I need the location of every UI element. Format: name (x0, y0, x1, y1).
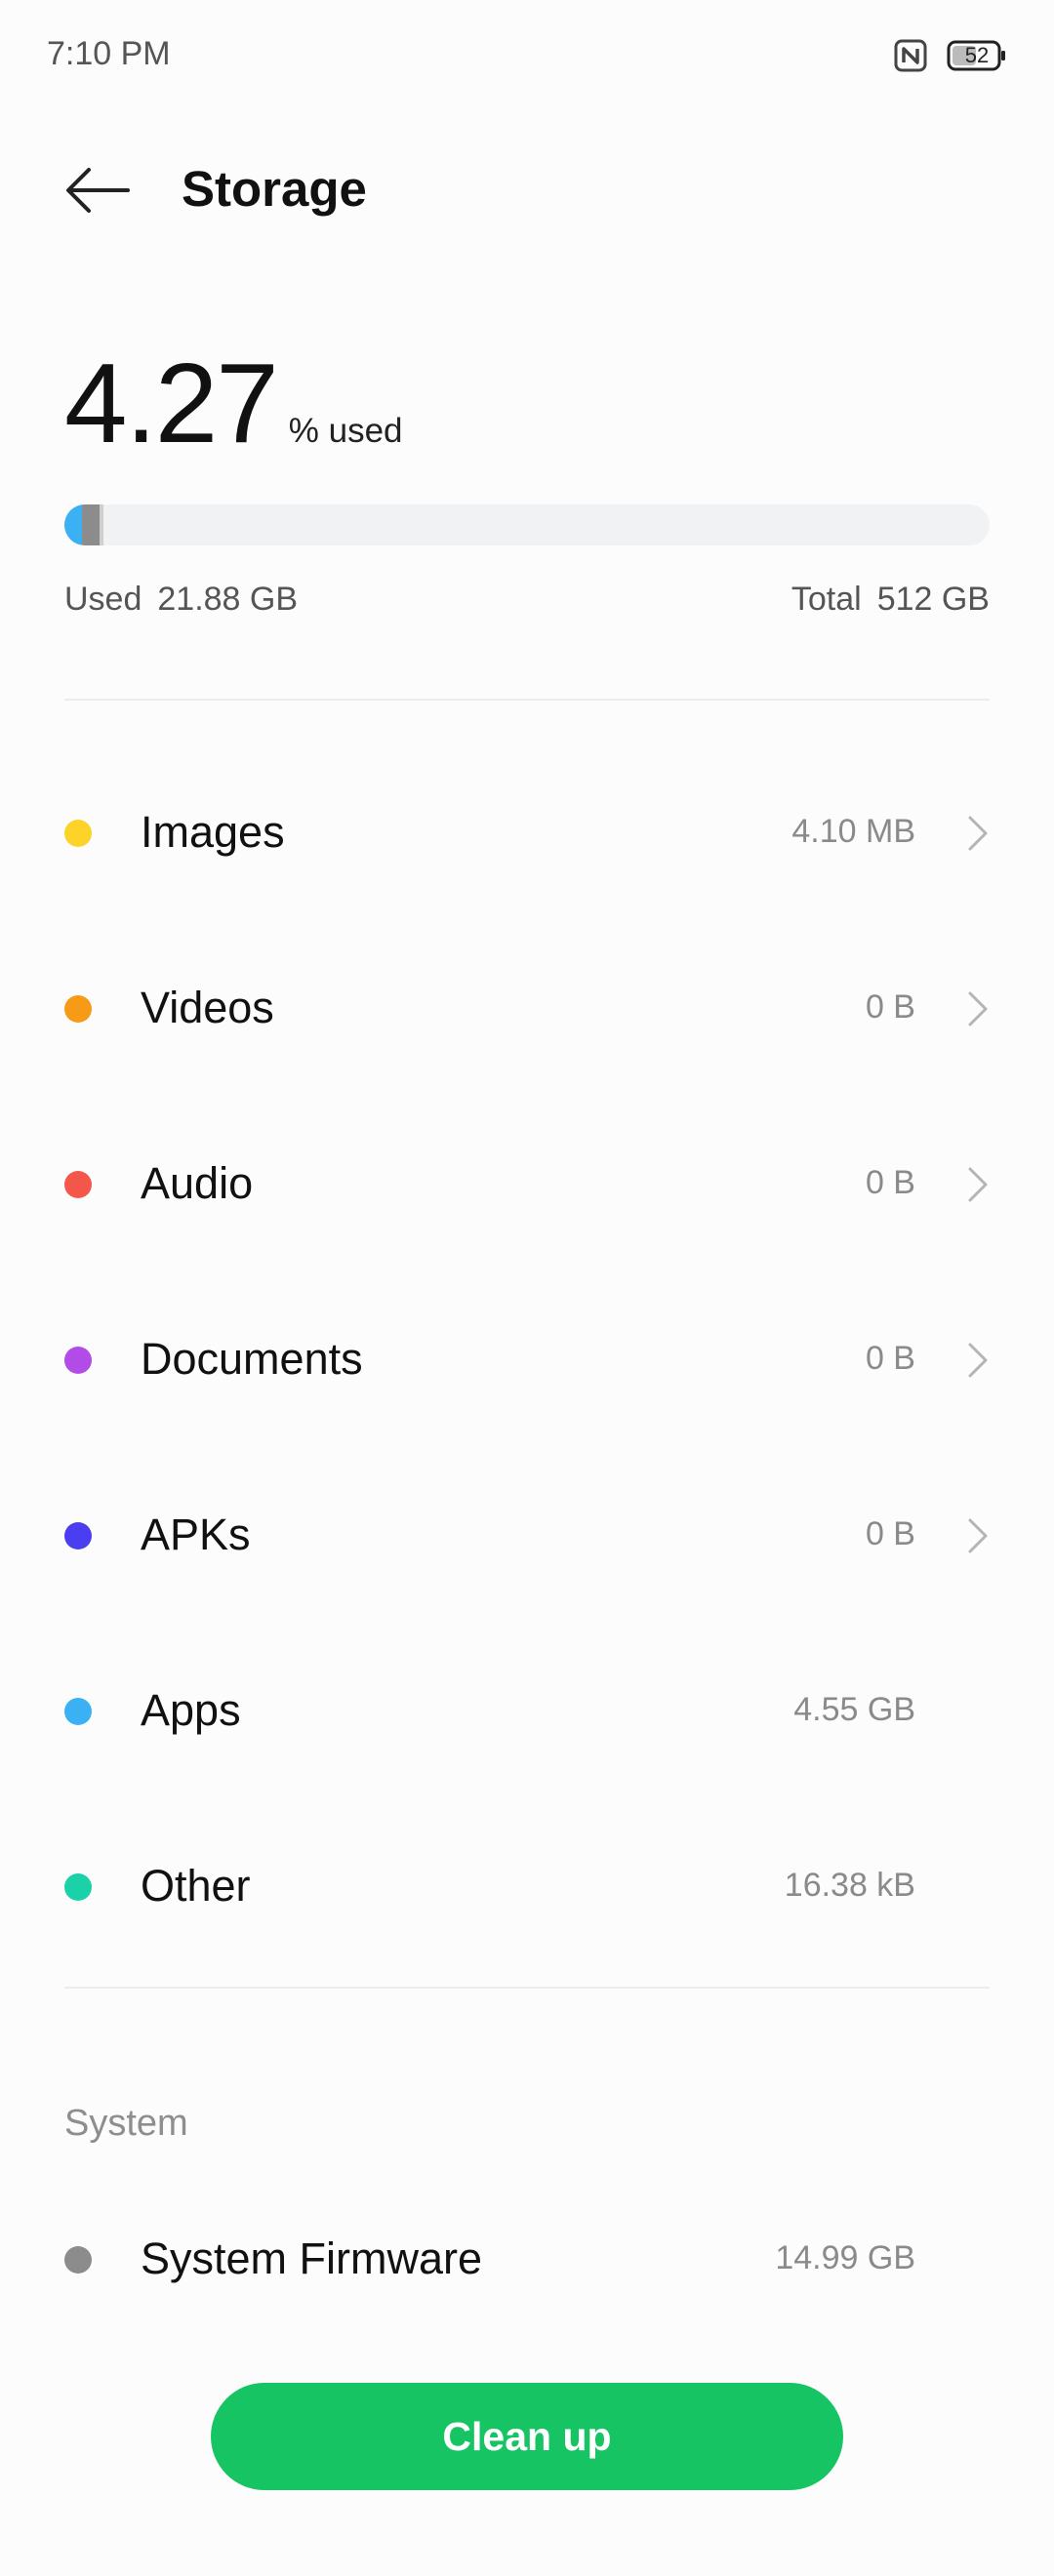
category-color-dot (64, 1522, 92, 1550)
category-size: 0 B (865, 988, 915, 1026)
category-label: Audio (141, 1158, 254, 1208)
category-label: System Firmware (141, 2234, 483, 2283)
chevron-right-icon (968, 1343, 988, 1378)
category-label: Videos (141, 983, 274, 1032)
category-color-dot (64, 820, 92, 847)
divider (64, 699, 990, 701)
progress-segment-system (82, 504, 100, 545)
list-item-apks[interactable]: APKs 0 B (0, 1447, 1054, 1623)
category-size: 4.10 MB (791, 813, 915, 850)
usage-labels: Used 21.88 GB Total 512 GB (64, 581, 990, 619)
category-label: Apps (141, 1685, 241, 1735)
progress-segment-apps (64, 504, 82, 545)
used-label: Used (64, 581, 142, 618)
storage-progress-fill (64, 504, 103, 545)
used-info: Used 21.88 GB (64, 581, 298, 619)
divider (64, 1987, 990, 1989)
category-color-dot (64, 2246, 92, 2274)
status-time: 7:10 PM (47, 35, 171, 72)
app-bar: Storage (0, 146, 1054, 234)
category-label: Images (141, 807, 285, 857)
chevron-right-icon (968, 1167, 988, 1202)
arrow-left-icon (66, 168, 130, 213)
category-label: Documents (141, 1334, 363, 1384)
clean-up-button[interactable]: Clean up (211, 2383, 843, 2490)
category-size: 0 B (865, 1340, 915, 1377)
category-color-dot (64, 1171, 92, 1198)
section-header-system: System (64, 2103, 188, 2144)
back-button[interactable] (59, 156, 137, 224)
list-item-videos[interactable]: Videos 0 B (0, 920, 1054, 1096)
category-color-dot (64, 1698, 92, 1725)
chevron-right-icon (968, 816, 988, 851)
category-size: 0 B (865, 1515, 915, 1552)
status-bar: 7:10 PM 52 (0, 0, 1054, 115)
storage-progress-bar (64, 504, 990, 545)
page-title: Storage (182, 161, 367, 217)
used-value: 21.88 GB (157, 581, 299, 618)
category-color-dot (64, 1873, 92, 1901)
category-size: 16.38 kB (784, 1867, 915, 1904)
list-item-other[interactable]: Other 16.38 kB (0, 1798, 1054, 1974)
total-info: Total 512 GB (791, 581, 990, 619)
list-item-system-firmware[interactable]: System Firmware 14.99 GB (0, 2171, 1054, 2347)
category-size: 0 B (865, 1164, 915, 1201)
category-color-dot (64, 1347, 92, 1374)
usage-percent-suffix: % used (288, 412, 403, 450)
category-size: 14.99 GB (775, 2239, 915, 2276)
usage-summary: 4.27% used (64, 346, 403, 460)
battery-icon: 52 (947, 39, 1007, 72)
category-label: Other (141, 1861, 251, 1911)
nfc-icon (894, 39, 927, 72)
total-value: 512 GB (876, 581, 990, 618)
usage-percent: 4.27 (64, 340, 279, 466)
total-label: Total (790, 581, 862, 618)
list-item-apps[interactable]: Apps 4.55 GB (0, 1623, 1054, 1798)
category-label: APKs (141, 1509, 251, 1559)
battery-level: 52 (964, 43, 990, 67)
category-size: 4.55 GB (793, 1691, 915, 1728)
chevron-right-icon (968, 991, 988, 1026)
category-color-dot (64, 995, 92, 1023)
category-list: Images 4.10 MB Videos 0 B Audio 0 B Documents 0… (0, 745, 1054, 1974)
chevron-right-icon (968, 1518, 988, 1553)
list-item-documents[interactable]: Documents 0 B (0, 1271, 1054, 1447)
progress-segment-other (100, 504, 103, 545)
list-item-audio[interactable]: Audio 0 B (0, 1096, 1054, 1271)
list-item-images[interactable]: Images 4.10 MB (0, 745, 1054, 920)
